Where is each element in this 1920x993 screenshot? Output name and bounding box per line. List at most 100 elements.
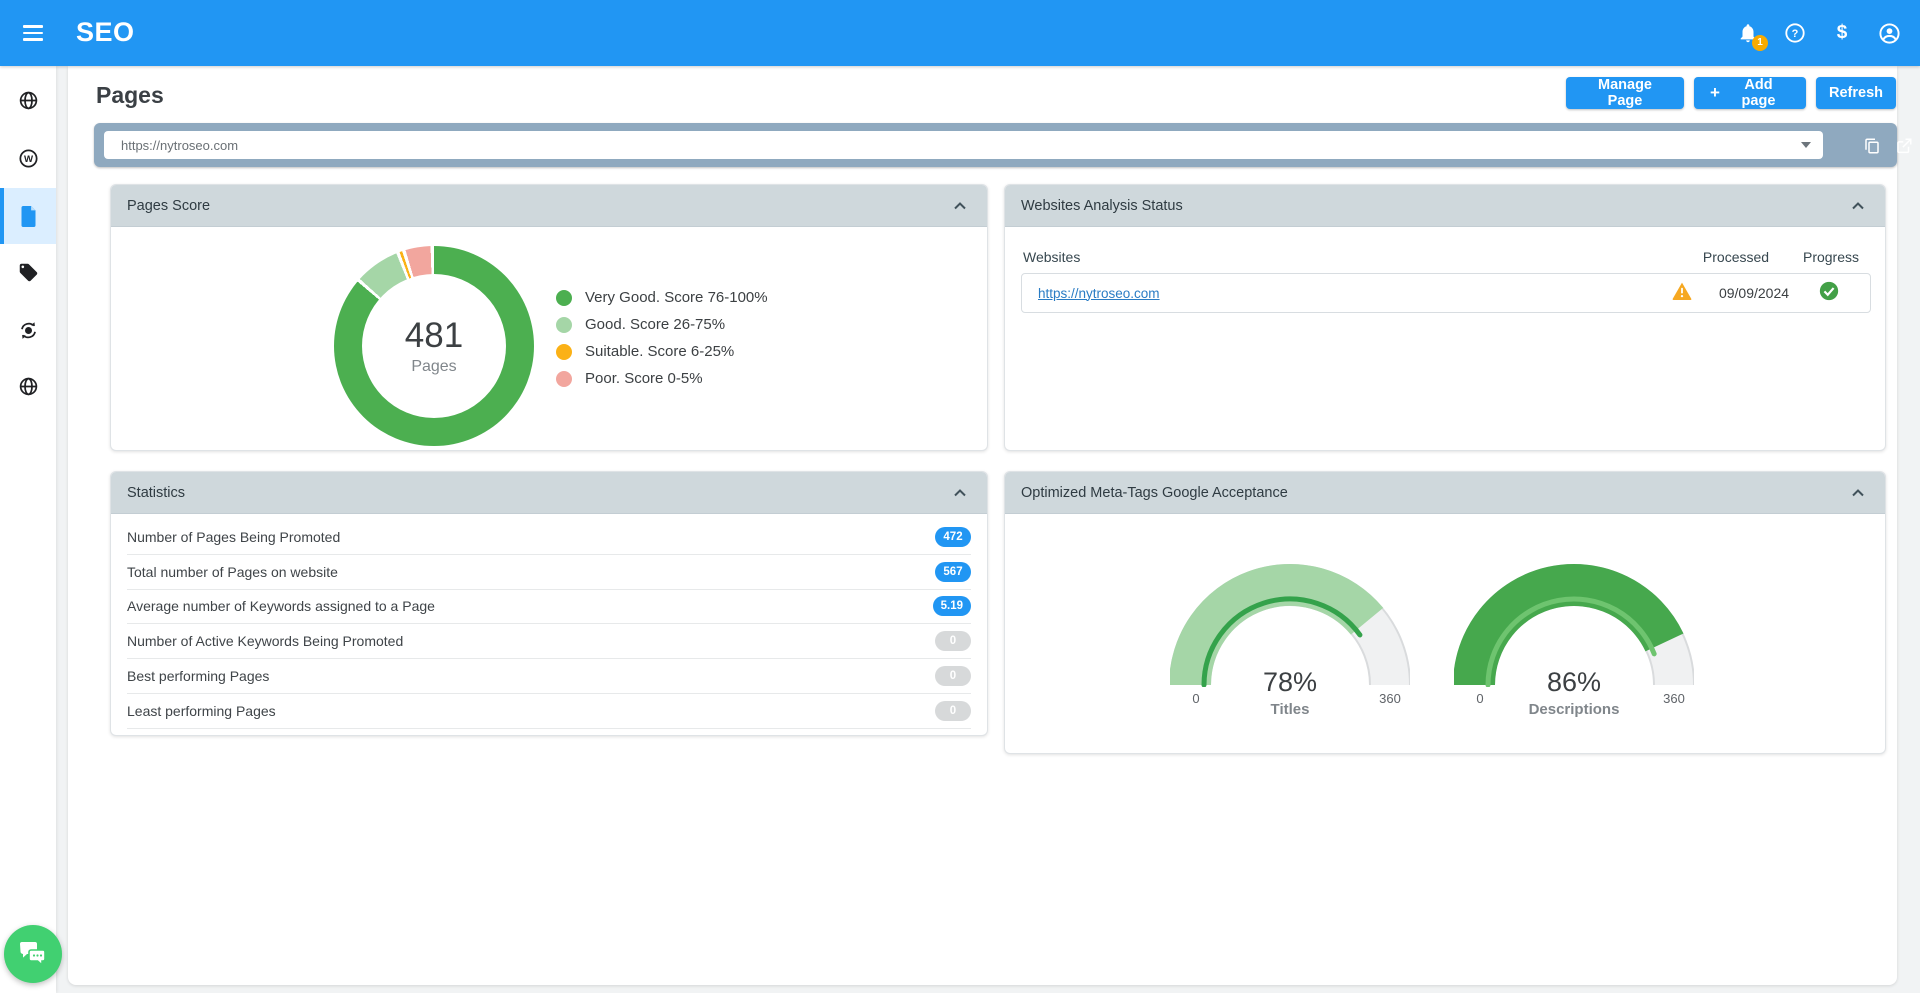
help-icon: ?	[1784, 22, 1806, 44]
check-circle-icon	[1819, 281, 1839, 306]
meta-tags-card: Optimized Meta-Tags Google Acceptance 0 …	[1004, 471, 1886, 754]
gauge-title: Titles	[1170, 701, 1410, 718]
chevron-up-icon	[954, 202, 966, 210]
dollar-icon: $	[1837, 22, 1848, 44]
sidebar-item-domains[interactable]	[0, 358, 56, 414]
chevron-down-icon	[1801, 142, 1811, 148]
app-logo[interactable]: SEO	[76, 17, 135, 48]
titles-gauge-chart: 0 360 78% Titles	[1170, 563, 1410, 728]
stat-row: Total number of Pages on website 567	[127, 555, 971, 590]
donut-center-value: 481	[405, 316, 463, 356]
descriptions-gauge-chart: 0 360 86% Descriptions	[1454, 563, 1694, 728]
column-header-processed: Processed	[1676, 249, 1796, 265]
add-page-button[interactable]: + Add page	[1694, 77, 1806, 109]
copy-icon	[1863, 137, 1881, 155]
card-title: Optimized Meta-Tags Google Acceptance	[1021, 485, 1288, 501]
sidebar: W	[0, 66, 56, 993]
legend-dot-suitable	[556, 344, 572, 360]
card-title: Websites Analysis Status	[1021, 198, 1183, 214]
chevron-up-icon	[1852, 202, 1864, 210]
stat-value-badge: 0	[935, 666, 971, 686]
websites-analysis-header: Websites Analysis Status	[1005, 185, 1885, 227]
notifications-button[interactable]: 1	[1735, 20, 1761, 46]
meta-tags-header: Optimized Meta-Tags Google Acceptance	[1005, 472, 1885, 514]
account-circle-icon	[1878, 22, 1901, 45]
w-circle-icon: W	[18, 148, 39, 169]
hamburger-menu-button[interactable]	[16, 17, 50, 49]
pages-score-card: Pages Score 481 Pages Very Good. Score 7…	[110, 184, 988, 451]
website-link[interactable]: https://nytroseo.com	[1038, 286, 1160, 301]
gauge-percent: 86%	[1454, 667, 1694, 698]
globe-icon	[18, 376, 39, 397]
processed-date: 09/09/2024	[1694, 285, 1814, 301]
column-header-progress: Progress	[1781, 249, 1881, 265]
warning-icon	[1672, 282, 1692, 305]
collapse-button[interactable]	[1847, 482, 1869, 504]
website-select-value: https://nytroseo.com	[121, 138, 1801, 153]
statistics-header: Statistics	[111, 472, 987, 514]
column-header-websites: Websites	[1023, 249, 1080, 265]
pages-document-icon	[19, 206, 38, 227]
chevron-up-icon	[954, 489, 966, 497]
donut-center-label: Pages	[411, 358, 456, 376]
app-bar: SEO 1 ? $	[0, 0, 1920, 66]
globe-icon	[18, 90, 39, 111]
plus-icon: +	[1710, 83, 1720, 103]
chat-bubbles-icon	[18, 940, 48, 968]
stat-value-badge: 5.19	[933, 596, 971, 616]
gauge-title: Descriptions	[1454, 701, 1694, 718]
stat-row: Least performing Pages 0	[127, 694, 971, 729]
sync-changes-icon	[18, 320, 39, 341]
pages-score-header: Pages Score	[111, 185, 987, 227]
sidebar-item-analysis[interactable]	[0, 302, 56, 358]
manage-page-button[interactable]: Manage Page	[1566, 77, 1684, 109]
svg-text:?: ?	[1792, 28, 1799, 40]
card-title: Pages Score	[127, 198, 210, 214]
stat-row: Average number of Keywords assigned to a…	[127, 590, 971, 625]
billing-button[interactable]: $	[1829, 20, 1855, 46]
card-title: Statistics	[127, 485, 185, 501]
legend-dot-poor	[556, 371, 572, 387]
legend-item: Suitable. Score 6-25%	[556, 338, 768, 365]
website-selector-bar: https://nytroseo.com	[94, 123, 1897, 167]
account-button[interactable]	[1876, 20, 1902, 46]
svg-text:W: W	[23, 154, 33, 165]
tag-icon	[18, 262, 39, 283]
open-site-button[interactable]	[1893, 135, 1915, 157]
legend-item: Good. Score 26-75%	[556, 311, 768, 338]
chat-support-button[interactable]	[4, 925, 62, 983]
external-link-icon	[1895, 137, 1913, 155]
website-select[interactable]: https://nytroseo.com	[104, 131, 1823, 159]
stat-value-badge: 0	[935, 631, 971, 651]
pages-score-donut-chart: 481 Pages	[334, 246, 534, 446]
donut-legend: Very Good. Score 76-100% Good. Score 26-…	[556, 284, 768, 392]
collapse-button[interactable]	[1847, 195, 1869, 217]
copy-url-button[interactable]	[1861, 135, 1883, 157]
legend-dot-very-good	[556, 290, 572, 306]
stat-row: Number of Active Keywords Being Promoted…	[127, 624, 971, 659]
website-row: https://nytroseo.com 09/09/2024	[1021, 273, 1871, 313]
refresh-button[interactable]: Refresh	[1816, 77, 1896, 109]
chevron-up-icon	[1852, 489, 1864, 497]
stat-row: Number of Pages Being Promoted 472	[127, 520, 971, 555]
hamburger-icon	[23, 25, 43, 28]
sidebar-item-pages[interactable]	[0, 188, 56, 244]
sidebar-item-wordpress[interactable]: W	[0, 130, 56, 186]
notification-badge: 1	[1752, 35, 1768, 51]
statistics-card: Statistics Number of Pages Being Promote…	[110, 471, 988, 736]
main-panel: Pages Manage Page + Add page Refresh htt…	[68, 66, 1897, 985]
stat-value-badge: 0	[935, 701, 971, 721]
sidebar-item-keywords[interactable]	[0, 244, 56, 300]
stat-row: Best performing Pages 0	[127, 659, 971, 694]
legend-item: Poor. Score 0-5%	[556, 365, 768, 392]
websites-analysis-card: Websites Analysis Status Websites Proces…	[1004, 184, 1886, 451]
collapse-button[interactable]	[949, 482, 971, 504]
legend-dot-good	[556, 317, 572, 333]
page-title: Pages	[96, 82, 164, 109]
stat-value-badge: 567	[935, 562, 971, 582]
collapse-button[interactable]	[949, 195, 971, 217]
legend-item: Very Good. Score 76-100%	[556, 284, 768, 311]
stat-value-badge: 472	[935, 527, 971, 547]
sidebar-item-websites[interactable]	[0, 72, 56, 128]
help-button[interactable]: ?	[1782, 20, 1808, 46]
